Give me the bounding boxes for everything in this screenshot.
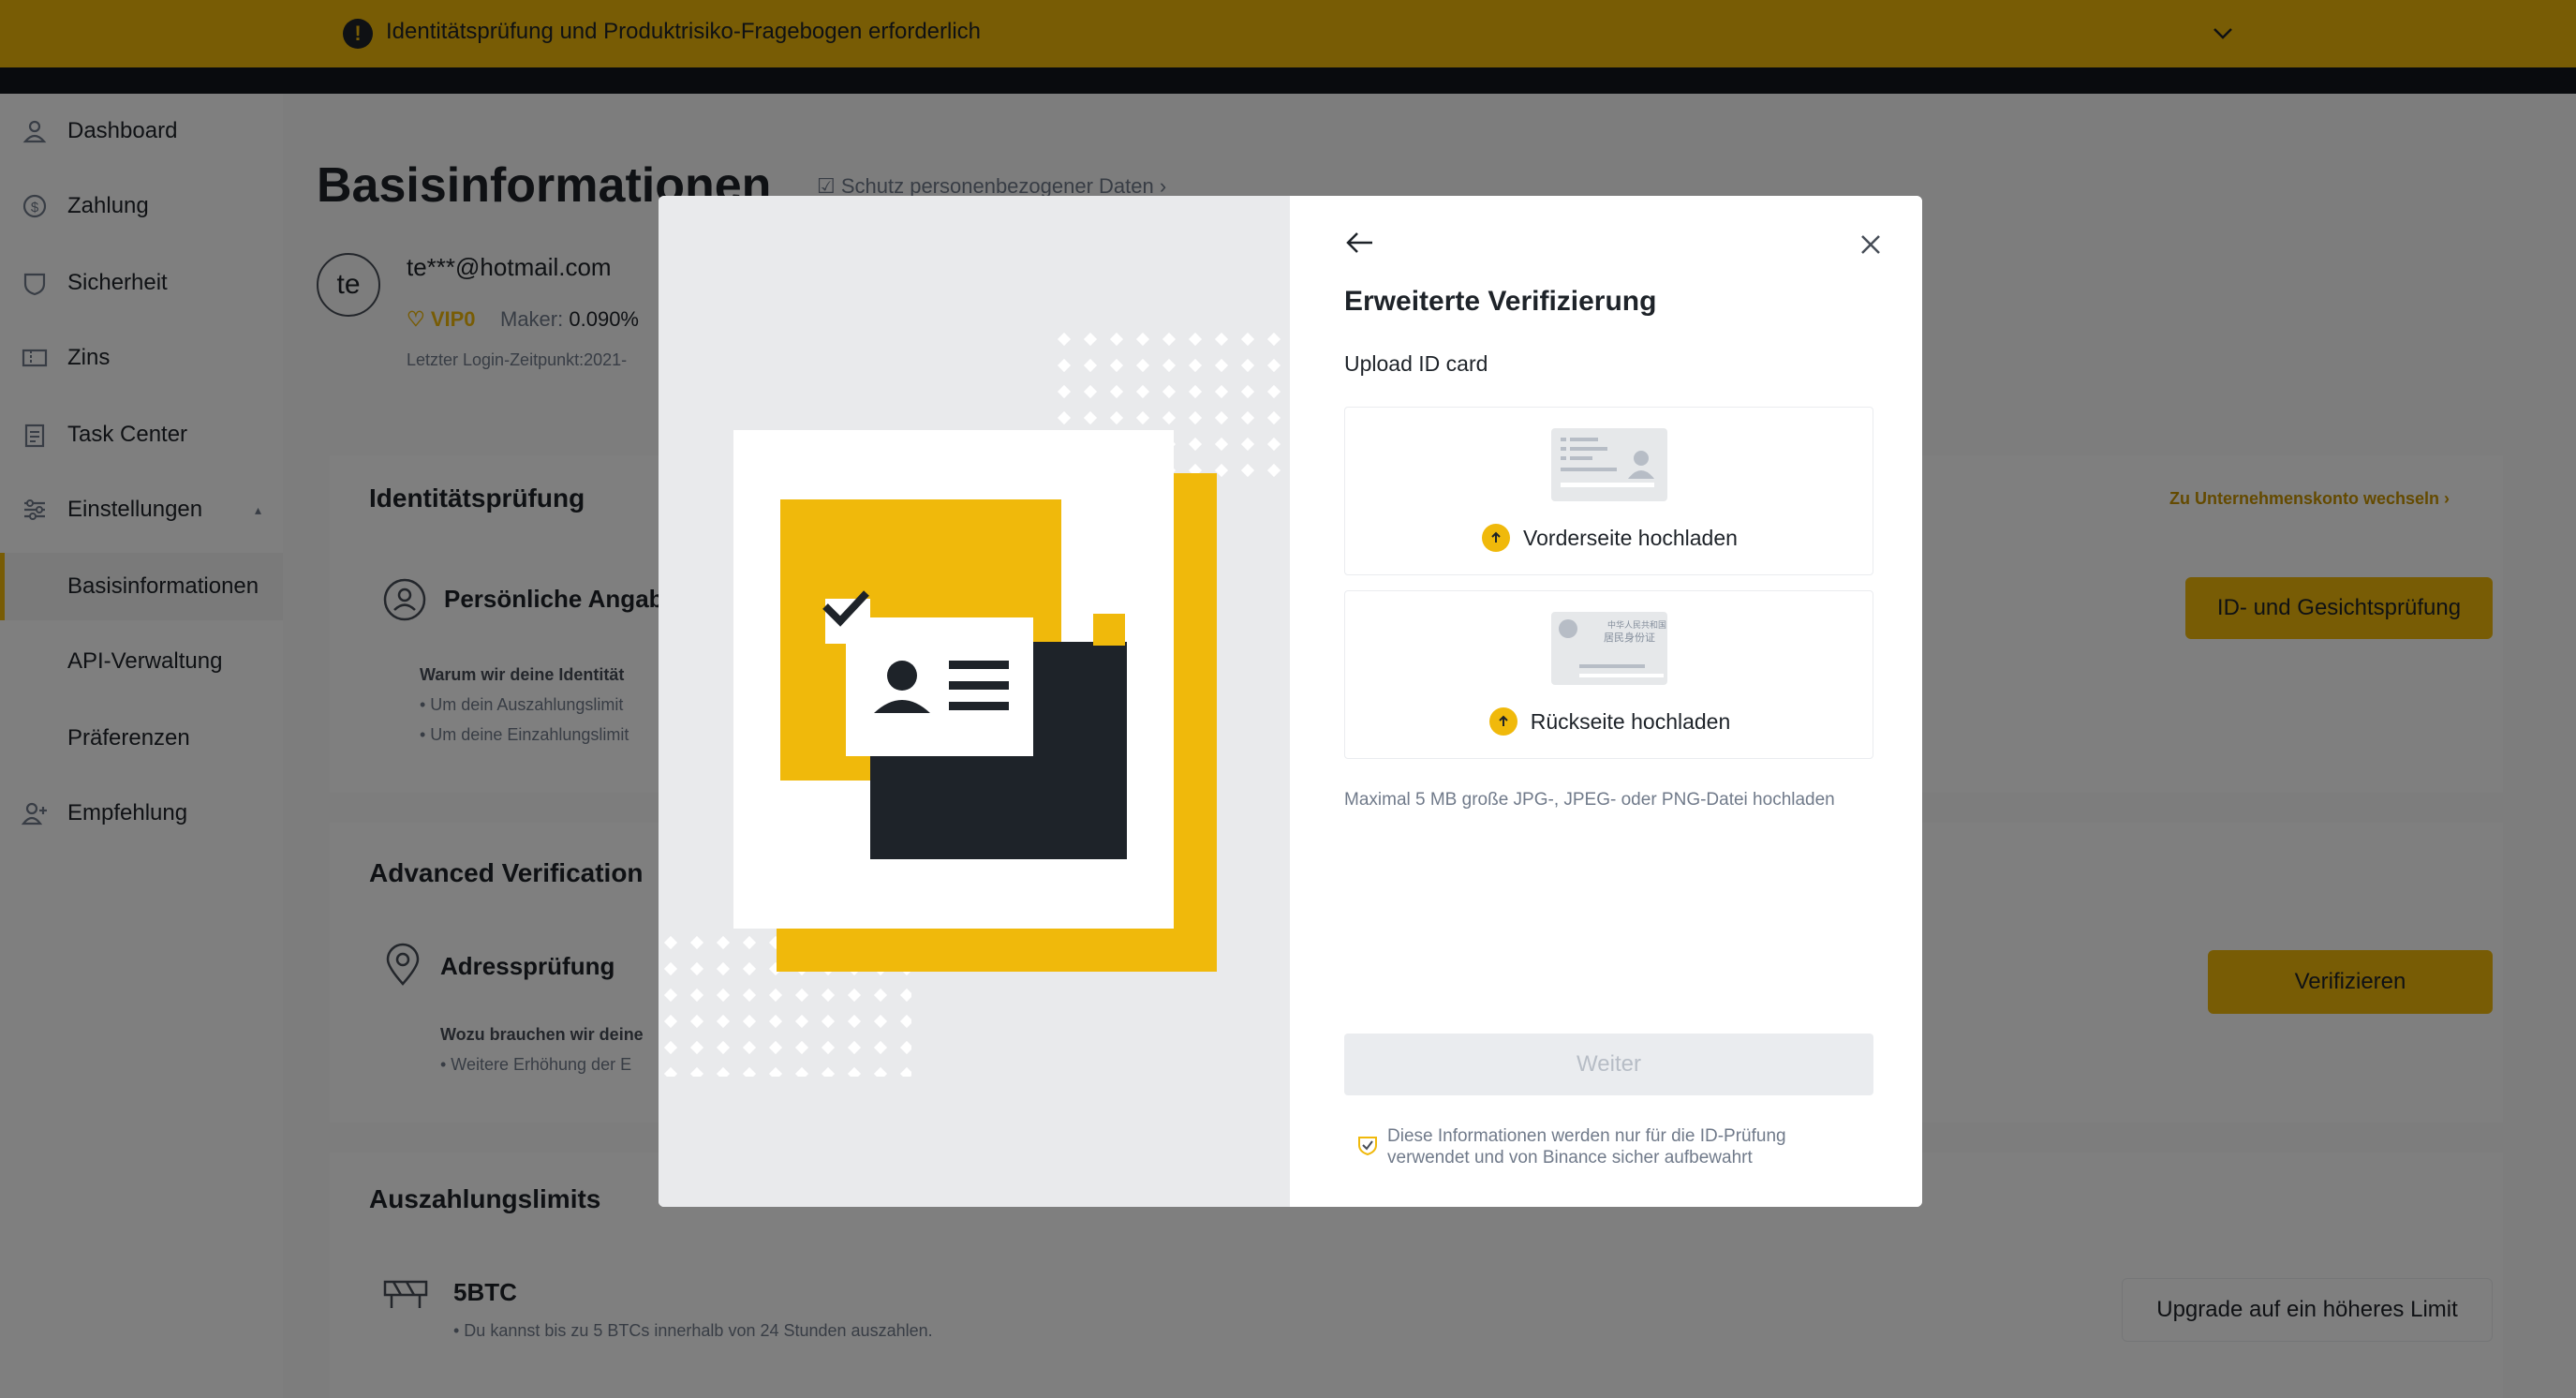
upload-front-button[interactable]: Vorderseite hochladen xyxy=(1344,407,1873,575)
back-arrow-icon[interactable] xyxy=(1342,226,1376,260)
upload-back-label: Rückseite hochladen xyxy=(1530,708,1731,734)
upload-icon xyxy=(1482,524,1511,552)
card-back-line-1: 中华人民共和国 xyxy=(1607,619,1666,631)
upload-front-label: Vorderseite hochladen xyxy=(1523,525,1738,550)
modal-form-panel: Erweiterte Verifizierung Upload ID card … xyxy=(1290,196,1922,1207)
card-back-line-2: 居民身份证 xyxy=(1604,631,1655,644)
upload-id-label: Upload ID card xyxy=(1344,351,1488,376)
modal-illustration-panel xyxy=(659,196,1290,1207)
modal-title: Erweiterte Verifizierung xyxy=(1344,286,1657,317)
verification-modal: Erweiterte Verifizierung Upload ID card … xyxy=(659,196,1922,1207)
privacy-notice: Diese Informationen werden nur für die I… xyxy=(1387,1126,1786,1167)
shield-check-icon xyxy=(1358,1137,1377,1156)
upload-icon xyxy=(1488,707,1517,736)
id-card-front-icon xyxy=(1551,428,1667,501)
id-card-back-icon: 中华人民共和国 居民身份证 xyxy=(1551,612,1667,685)
close-icon[interactable] xyxy=(1858,231,1884,258)
id-card-illustration xyxy=(659,327,1290,1077)
next-button[interactable]: Weiter xyxy=(1344,1034,1873,1095)
upload-back-button[interactable]: 中华人民共和国 居民身份证 Rückseite hochladen xyxy=(1344,590,1873,759)
file-size-hint: Maximal 5 MB große JPG-, JPEG- oder PNG-… xyxy=(1344,790,1835,810)
